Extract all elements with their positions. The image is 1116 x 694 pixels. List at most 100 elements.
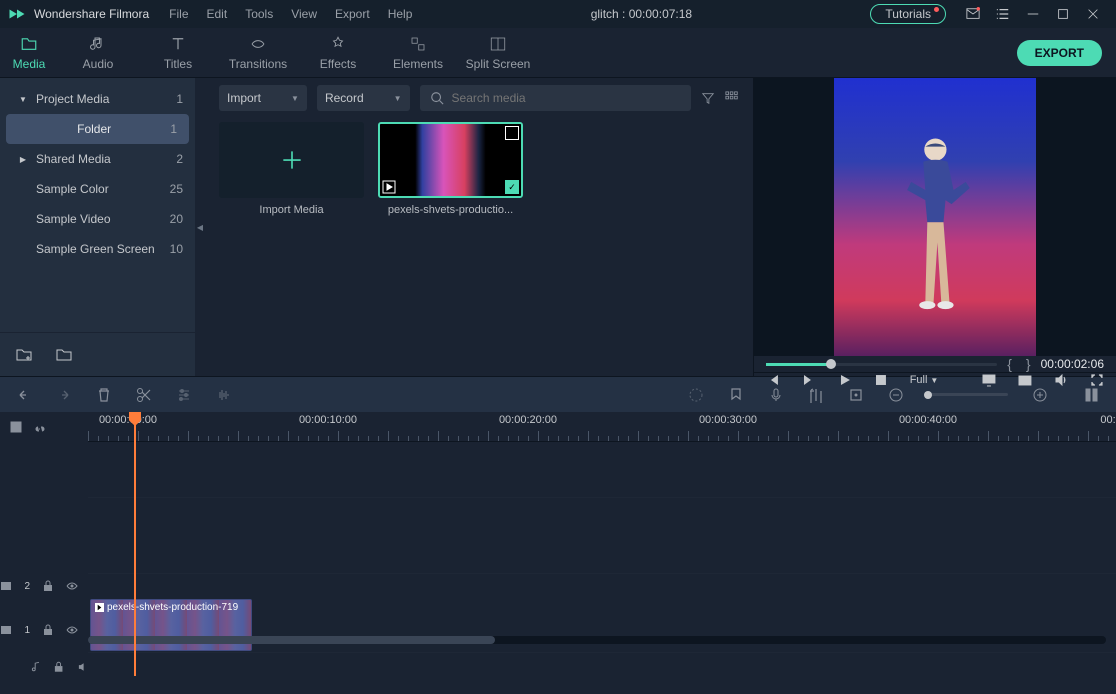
step-back-icon[interactable]	[766, 373, 780, 387]
meter-icon[interactable]	[1084, 387, 1100, 403]
tree-shared-media[interactable]: ▶ Shared Media 2	[0, 144, 195, 174]
app-title: Wondershare Filmora	[34, 7, 149, 21]
timeline-tracks[interactable]: 00:00:00:00 00:00:10:00 00:00:20:00 00:0…	[88, 412, 1116, 676]
timeline-scrollbar[interactable]	[88, 636, 1106, 644]
snapshot-icon[interactable]	[1018, 373, 1032, 387]
step-forward-icon[interactable]	[802, 373, 816, 387]
quality-dropdown[interactable]: Full ▼	[910, 374, 939, 386]
timeline-opts-icon[interactable]	[10, 421, 22, 433]
mixer-icon[interactable]	[808, 387, 824, 403]
crop-icon[interactable]	[848, 387, 864, 403]
adjust-icon[interactable]	[176, 387, 192, 403]
mic-icon[interactable]	[768, 387, 784, 403]
lock-icon[interactable]	[53, 661, 64, 673]
eye-icon[interactable]	[66, 580, 78, 592]
expand-handle[interactable]: ◀	[195, 78, 205, 376]
split-icon[interactable]	[136, 387, 152, 403]
menu-tools[interactable]: Tools	[245, 7, 273, 21]
volume-icon[interactable]	[1054, 373, 1068, 387]
audio-track-header[interactable]	[0, 658, 88, 676]
media-tree: ▼ Project Media 1 Folder 1 ▶ Shared Medi…	[0, 78, 195, 332]
tab-split-screen[interactable]: Split Screen	[458, 35, 538, 71]
video-preview[interactable]	[754, 78, 1116, 356]
marker-icon[interactable]	[728, 387, 744, 403]
menu-file[interactable]: File	[169, 7, 188, 21]
audio-wave-icon[interactable]	[216, 387, 232, 403]
zoom-in-icon[interactable]	[1032, 387, 1048, 403]
grid-view-icon[interactable]	[725, 91, 739, 105]
media-area: Import▼ Record▼ Import Media	[205, 78, 753, 376]
eye-icon[interactable]	[66, 624, 78, 636]
tab-titles[interactable]: Titles	[138, 35, 218, 71]
tab-media-label: Media	[13, 57, 46, 71]
track-headers: 2 1	[0, 412, 88, 676]
tab-audio[interactable]: Audio	[58, 35, 138, 71]
maximize-icon[interactable]	[1056, 7, 1070, 21]
chevron-right-icon: ▶	[18, 155, 28, 164]
clip-type-icon	[382, 180, 396, 194]
track-2-header[interactable]: 2	[0, 570, 88, 602]
preview-timecode: 00:00:02:06	[1041, 357, 1104, 371]
preview-pane: {} 00:00:02:06 Full ▼	[753, 78, 1116, 376]
workspace: ▼ Project Media 1 Folder 1 ▶ Shared Medi…	[0, 78, 1116, 376]
preview-figure	[895, 100, 976, 345]
track-1-header[interactable]: 1	[0, 602, 88, 658]
tab-effects[interactable]: Effects	[298, 35, 378, 71]
menu-help[interactable]: Help	[388, 7, 413, 21]
preview-scrubber: {} 00:00:02:06	[754, 356, 1116, 372]
tree-sample-color[interactable]: Sample Color 25	[0, 174, 195, 204]
project-title: glitch : 00:00:07:18	[412, 7, 870, 21]
import-media-tile[interactable]: Import Media	[219, 122, 364, 216]
menu-export[interactable]: Export	[335, 7, 370, 21]
timeline-ruler[interactable]: 00:00:00:00 00:00:10:00 00:00:20:00 00:0…	[88, 412, 1116, 442]
menu-view[interactable]: View	[291, 7, 317, 21]
folder-icon[interactable]	[56, 347, 72, 363]
delete-icon[interactable]	[96, 387, 112, 403]
list-icon[interactable]	[996, 7, 1010, 21]
play-icon[interactable]	[838, 373, 852, 387]
aspect-icon	[505, 126, 519, 140]
tab-media[interactable]: Media	[0, 35, 58, 71]
tree-sample-green[interactable]: Sample Green Screen 10	[0, 234, 195, 264]
tab-elements-label: Elements	[393, 57, 443, 71]
zoom-out-icon[interactable]	[888, 387, 904, 403]
menu-bar: File Edit Tools View Export Help	[169, 7, 412, 21]
playhead[interactable]	[134, 412, 136, 676]
messages-icon[interactable]	[966, 7, 980, 21]
link-icon[interactable]	[34, 421, 46, 433]
tree-folder[interactable]: Folder 1	[6, 114, 189, 144]
fullscreen-icon[interactable]	[1090, 373, 1104, 387]
tree-sample-video[interactable]: Sample Video 20	[0, 204, 195, 234]
close-icon[interactable]	[1086, 7, 1100, 21]
lock-icon[interactable]	[42, 580, 54, 592]
render-icon[interactable]	[688, 387, 704, 403]
tab-split-label: Split Screen	[466, 57, 531, 71]
mark-in-out[interactable]: {}	[1007, 356, 1030, 372]
display-icon[interactable]	[982, 373, 996, 387]
menu-edit[interactable]: Edit	[207, 7, 228, 21]
tree-project-media[interactable]: ▼ Project Media 1	[0, 84, 195, 114]
redo-icon[interactable]	[56, 387, 72, 403]
stop-icon[interactable]	[874, 373, 888, 387]
export-button[interactable]: EXPORT	[1017, 40, 1102, 66]
undo-icon[interactable]	[16, 387, 32, 403]
sidebar: ▼ Project Media 1 Folder 1 ▶ Shared Medi…	[0, 78, 195, 376]
lock-icon[interactable]	[42, 624, 54, 636]
import-dropdown[interactable]: Import▼	[219, 85, 307, 111]
tutorials-button[interactable]: Tutorials	[870, 4, 946, 24]
new-folder-icon[interactable]	[16, 347, 32, 363]
mute-icon[interactable]	[77, 661, 88, 673]
track-type-icon	[0, 624, 12, 636]
media-toolbar: Import▼ Record▼	[205, 78, 753, 118]
record-dropdown[interactable]: Record▼	[317, 85, 410, 111]
tab-transitions[interactable]: Transitions	[218, 35, 298, 71]
clip-play-icon	[95, 603, 104, 612]
minimize-icon[interactable]	[1026, 7, 1040, 21]
tab-elements[interactable]: Elements	[378, 35, 458, 71]
media-clip-tile[interactable]: ✓ pexels-shvets-productio...	[378, 122, 523, 216]
search-input[interactable]	[452, 91, 681, 105]
scrubber[interactable]	[766, 363, 997, 366]
ribbon: Media Audio Titles Transitions Effects E…	[0, 28, 1116, 78]
filter-icon[interactable]	[701, 91, 715, 105]
zoom-slider[interactable]	[928, 393, 1008, 396]
